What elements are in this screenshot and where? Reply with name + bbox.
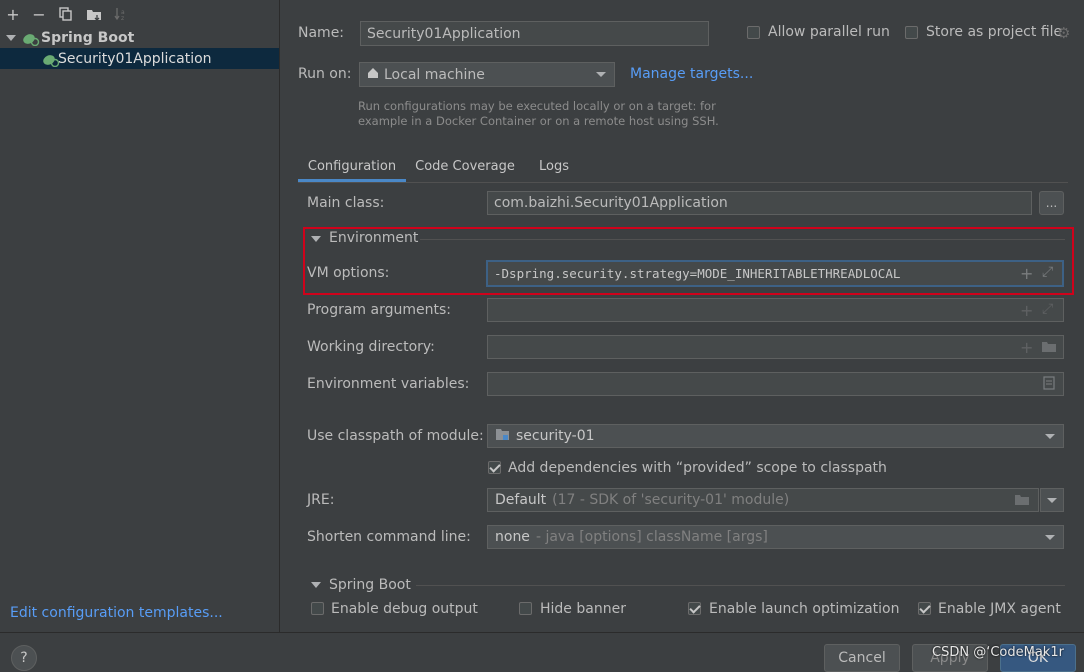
- manage-targets-link[interactable]: Manage targets...: [630, 66, 753, 82]
- add-dependencies-checkbox[interactable]: [488, 461, 501, 474]
- shorten-command-label: Shorten command line:: [307, 529, 471, 545]
- environment-variables-label: Environment variables:: [307, 376, 470, 392]
- cancel-button[interactable]: Cancel: [824, 644, 900, 672]
- classpath-module-select[interactable]: security-01: [487, 424, 1064, 448]
- gear-icon[interactable]: ⚙: [1057, 24, 1070, 42]
- enable-launch-optimization-checkbox[interactable]: [688, 602, 701, 615]
- tree-group-spring-boot[interactable]: Spring Boot: [0, 27, 279, 48]
- allow-parallel-checkbox[interactable]: [747, 26, 760, 39]
- classpath-module-label: Use classpath of module:: [307, 428, 484, 444]
- run-on-value: Local machine: [384, 66, 485, 83]
- chevron-down-icon: [596, 72, 606, 77]
- add-icon[interactable]: +: [1020, 338, 1033, 357]
- jre-hint: (17 - SDK of 'security-01' module): [552, 492, 790, 508]
- enable-debug-label: Enable debug output: [331, 601, 478, 617]
- tab-configuration[interactable]: Configuration: [298, 150, 406, 182]
- program-arguments-field[interactable]: [487, 298, 1064, 322]
- add-icon[interactable]: +: [1020, 301, 1033, 320]
- jre-dropdown-button[interactable]: [1040, 488, 1064, 512]
- sort-icon[interactable]: az: [111, 4, 131, 24]
- tree-group-label: Spring Boot: [41, 29, 135, 46]
- svg-text:z: z: [121, 15, 124, 21]
- hide-banner-checkbox[interactable]: [519, 602, 532, 615]
- spring-boot-icon: [22, 32, 40, 46]
- tree-item-label: Security01Application: [58, 50, 212, 67]
- hide-banner-label: Hide banner: [540, 601, 626, 617]
- folder-icon[interactable]: [1041, 341, 1057, 357]
- working-directory-field[interactable]: [487, 335, 1064, 359]
- spring-boot-app-icon: [42, 53, 60, 67]
- jre-value: Default: [495, 492, 547, 508]
- enable-jmx-label: Enable JMX agent: [938, 601, 1061, 617]
- classpath-module-value: security-01: [516, 428, 595, 444]
- allow-parallel-label: Allow parallel run: [768, 24, 890, 40]
- add-icon[interactable]: +: [1020, 264, 1033, 283]
- jre-label: JRE:: [307, 492, 335, 508]
- environment-variables-field[interactable]: [487, 372, 1064, 396]
- document-icon[interactable]: [1043, 376, 1055, 394]
- name-label: Name:: [298, 25, 345, 41]
- folder-icon[interactable]: [84, 4, 104, 24]
- chevron-down-icon: [1045, 535, 1055, 540]
- spring-boot-collapse-icon[interactable]: [311, 582, 321, 588]
- main-class-label: Main class:: [307, 195, 385, 211]
- remove-icon[interactable]: −: [29, 4, 49, 24]
- add-dependencies-label: Add dependencies with “provided” scope t…: [508, 460, 887, 476]
- expand-icon[interactable]: ⤢: [1042, 301, 1053, 317]
- shorten-command-select[interactable]: none - java [options] className [args]: [487, 525, 1064, 549]
- enable-launch-optimization-label: Enable launch optimization: [709, 601, 900, 617]
- help-button[interactable]: ?: [11, 645, 37, 671]
- expand-icon[interactable]: ⤢: [1042, 264, 1053, 280]
- run-on-hint: Run configurations may be executed local…: [358, 99, 719, 128]
- copy-icon[interactable]: [56, 4, 76, 24]
- module-icon: [495, 428, 510, 445]
- tab-code-coverage[interactable]: Code Coverage: [410, 150, 520, 182]
- shorten-command-hint: - java [options] className [args]: [535, 529, 768, 545]
- main-class-field[interactable]: com.baizhi.Security01Application: [487, 191, 1032, 215]
- jre-field[interactable]: Default (17 - SDK of 'security-01' modul…: [487, 488, 1039, 512]
- chevron-down-icon: [1047, 498, 1057, 503]
- store-project-file-checkbox[interactable]: [905, 26, 918, 39]
- run-config-sidebar: + − az Spring Boot Security01Application…: [0, 0, 280, 632]
- main-class-browse-button[interactable]: ...: [1039, 191, 1064, 215]
- shorten-command-value: none: [495, 529, 530, 545]
- tab-logs[interactable]: Logs: [526, 150, 582, 182]
- name-field[interactable]: Security01Application: [360, 21, 709, 46]
- program-arguments-label: Program arguments:: [307, 302, 451, 318]
- run-on-label: Run on:: [298, 66, 352, 82]
- spring-boot-divider: [416, 585, 1065, 586]
- tab-bar: Configuration Code Coverage Logs: [298, 150, 1066, 182]
- folder-icon[interactable]: [1014, 494, 1030, 510]
- chevron-down-icon[interactable]: [6, 34, 16, 41]
- tree-item-security01application[interactable]: Security01Application: [0, 48, 279, 69]
- edit-templates-link[interactable]: Edit configuration templates...: [10, 605, 223, 621]
- watermark-text: CSDN @‘CodeMak1r: [932, 645, 1064, 660]
- store-project-file-label: Store as project file: [926, 24, 1063, 40]
- home-icon: [367, 67, 379, 83]
- add-icon[interactable]: +: [3, 4, 23, 24]
- enable-debug-checkbox[interactable]: [311, 602, 324, 615]
- enable-jmx-checkbox[interactable]: [918, 602, 931, 615]
- run-on-select[interactable]: Local machine: [359, 62, 615, 87]
- tab-divider: [298, 182, 1068, 183]
- working-directory-label: Working directory:: [307, 339, 435, 355]
- vm-options-label: VM options:: [307, 265, 390, 281]
- chevron-down-icon: [1045, 434, 1055, 439]
- vm-options-field[interactable]: -Dspring.security.strategy=MODE_INHERITA…: [486, 260, 1064, 287]
- spring-boot-section-label: Spring Boot: [329, 577, 411, 593]
